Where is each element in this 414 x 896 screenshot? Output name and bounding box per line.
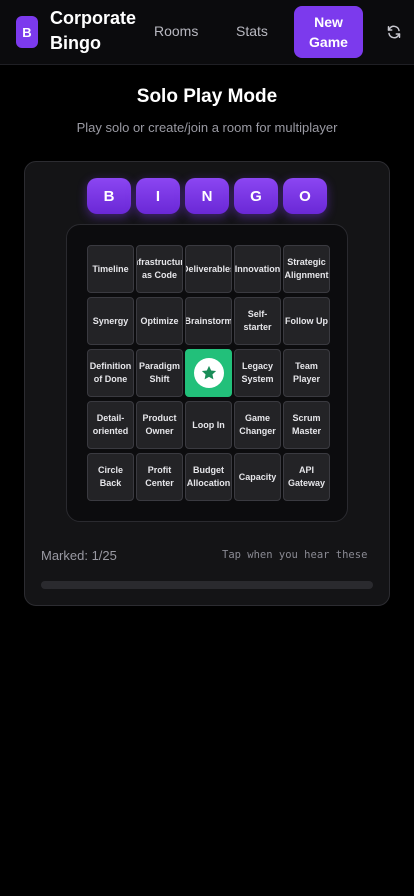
bingo-cell[interactable]: Strategic Alignment — [283, 245, 330, 293]
bingo-cell[interactable]: Self-starter — [234, 297, 281, 345]
star-icon — [201, 365, 216, 380]
hint-text: Tap when you hear these — [222, 549, 368, 561]
page-subtitle: Play solo or create/join a room for mult… — [76, 120, 338, 135]
bingo-letter-i: I — [136, 178, 180, 214]
refresh-icon[interactable] — [386, 24, 402, 40]
bingo-cell[interactable]: Brainstorm — [185, 297, 232, 345]
bingo-cell[interactable]: Timeline — [87, 245, 134, 293]
bingo-letter-o: O — [283, 178, 327, 214]
app-header: B Corporate Bingo Rooms Stats New Game — [0, 0, 414, 65]
bingo-grid: Timeline Infrastructure as Code Delivera… — [87, 245, 331, 501]
brand-line-2: Bingo — [50, 33, 101, 53]
app-title[interactable]: Corporate Bingo — [50, 6, 150, 56]
brand-line-1: Corporate — [50, 8, 137, 28]
bingo-cell[interactable]: Profit Center — [136, 453, 183, 501]
bingo-cell[interactable]: Detail-oriented — [87, 401, 134, 449]
bingo-cell[interactable]: Legacy System — [234, 349, 281, 397]
bingo-letter-n: N — [185, 178, 229, 214]
nav-stats-link[interactable]: Stats — [236, 23, 268, 39]
bingo-cell[interactable]: Follow Up — [283, 297, 330, 345]
bingo-header: B I N G O — [87, 178, 327, 214]
bingo-cell[interactable]: Paradigm Shift — [136, 349, 183, 397]
bingo-cell[interactable]: API Gateway — [283, 453, 330, 501]
bingo-cell[interactable]: Definition of Done — [87, 349, 134, 397]
progress-fill — [41, 581, 55, 589]
bingo-cell[interactable]: Deliverables — [185, 245, 232, 293]
bingo-letter-b: B — [87, 178, 131, 214]
bingo-cell[interactable]: Circle Back — [87, 453, 134, 501]
bingo-cell[interactable]: Game Changer — [234, 401, 281, 449]
bingo-cell[interactable]: Infrastructure as Code — [136, 245, 183, 293]
bingo-cell[interactable]: Team Player — [283, 349, 330, 397]
bingo-cell[interactable]: Innovation — [234, 245, 281, 293]
bingo-cell[interactable]: Budget Allocation — [185, 453, 232, 501]
page-title: Solo Play Mode — [136, 86, 278, 107]
app-logo[interactable]: B — [16, 16, 38, 48]
new-game-button[interactable]: New Game — [294, 6, 363, 58]
bingo-cell[interactable]: Product Owner — [136, 401, 183, 449]
marked-count: Marked: 1/25 — [41, 548, 117, 563]
bingo-letter-g: G — [234, 178, 278, 214]
bingo-cell[interactable]: Optimize — [136, 297, 183, 345]
bingo-cell[interactable]: Synergy — [87, 297, 134, 345]
bingo-cell[interactable]: Capacity — [234, 453, 281, 501]
free-space-badge — [193, 358, 224, 388]
bingo-cell[interactable]: Loop In — [185, 401, 232, 449]
free-space-cell[interactable] — [185, 349, 232, 397]
progress-bar — [41, 581, 373, 589]
bingo-cell[interactable]: Scrum Master — [283, 401, 330, 449]
nav-rooms-link[interactable]: Rooms — [154, 23, 198, 39]
